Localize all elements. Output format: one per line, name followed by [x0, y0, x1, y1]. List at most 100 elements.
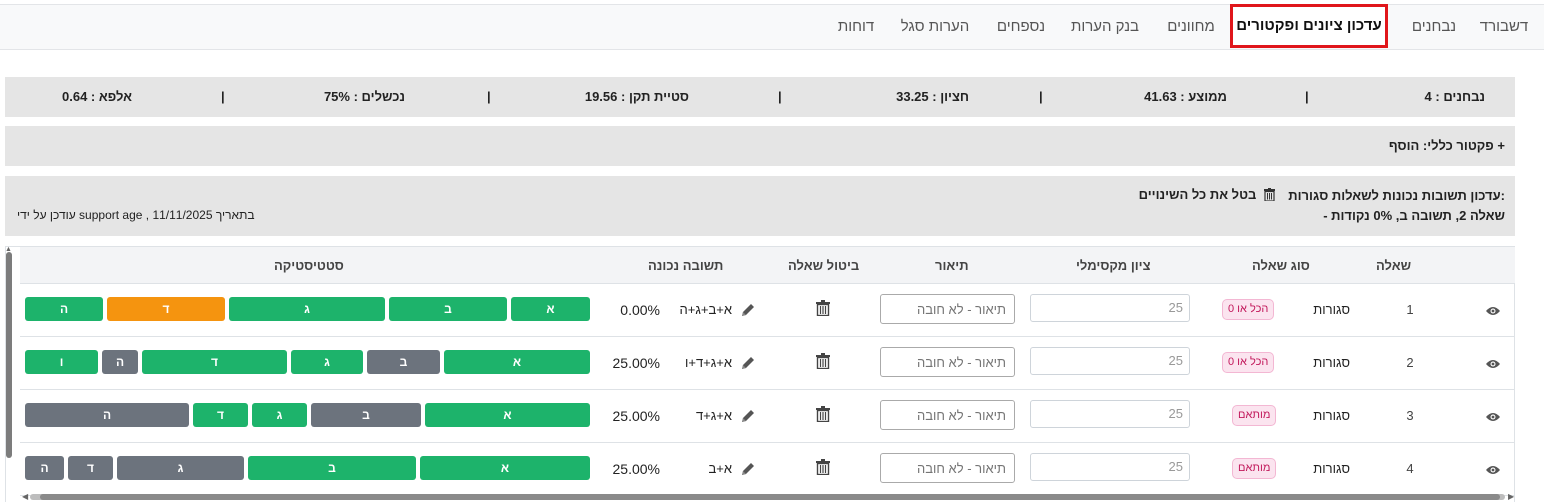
question-type: סגורות: [1313, 408, 1350, 423]
table-row: 2 סגורות הכל או 0 25 א+ג+ד+ו 25.00% אבגדהו: [20, 337, 1515, 390]
vertical-scrollbar[interactable]: [6, 252, 12, 458]
trash-icon[interactable]: [816, 353, 830, 370]
cancel-all-changes-button[interactable]: בטל את כל השינויים: [1139, 187, 1275, 202]
question-number: 4: [1406, 461, 1414, 476]
horizontal-scrollbar-thumb[interactable]: [40, 494, 1500, 500]
statistics-segment: ב: [367, 350, 440, 374]
scoring-type-badge: הכל או 0: [1222, 299, 1275, 320]
description-input[interactable]: [880, 400, 1015, 430]
question-number: 2: [1406, 355, 1414, 370]
scroll-left-arrow[interactable]: ◀: [22, 492, 28, 501]
statistics-segment: ד: [142, 350, 287, 374]
scroll-right-arrow[interactable]: ▶: [1508, 492, 1514, 501]
question-type: סגורות: [1313, 355, 1350, 370]
answer-percent: 25.00%: [612, 408, 660, 424]
top-nav: דשבורד נבחנים עדכון ציונים ופקטורים מחוו…: [0, 4, 1544, 50]
tab-examinees[interactable]: נבחנים: [1406, 5, 1462, 49]
summary-failed: נכשלים : 75%: [323, 89, 405, 104]
summary-alpha: אלפא : 0.64: [62, 89, 132, 104]
pencil-icon[interactable]: [740, 408, 756, 424]
max-grade-input[interactable]: 25: [1030, 294, 1190, 322]
summary-bar: נבחנים : 4 | ממוצע : 41.63 | חציון : 33.…: [5, 77, 1515, 117]
table-row: 3 סגורות מותאם 25 א+ג+ד 25.00% אבגדה: [20, 390, 1515, 443]
pencil-icon[interactable]: [740, 355, 756, 371]
trash-icon: [1264, 188, 1275, 201]
header-statistics: סטטיסטיקה: [274, 258, 344, 273]
trash-icon[interactable]: [816, 300, 830, 317]
summary-std: סטיית תקן : 19.56: [584, 89, 689, 104]
statistics-segment: ד: [107, 297, 225, 321]
statistics-bar: אבגדהו: [25, 350, 590, 374]
description-input[interactable]: [880, 347, 1015, 377]
header-description: תיאור: [935, 258, 969, 273]
correct-answer: א+ג+ד+ו: [684, 355, 732, 370]
scoring-type-badge: מותאם: [1232, 458, 1277, 479]
summary-separator: |: [221, 89, 225, 104]
trash-icon[interactable]: [816, 459, 830, 476]
table-row: 1 סגורות הכל או 0 25 א+ב+ג+ה 0.00% אבגדה: [20, 284, 1515, 337]
update-title: עדכון תשובות נכונות לשאלות סגורות:: [1288, 188, 1505, 203]
eye-icon[interactable]: [1486, 357, 1500, 369]
tab-update-grades[interactable]: עדכון ציונים ופקטורים: [1230, 4, 1388, 48]
statistics-segment: ה: [25, 297, 103, 321]
general-factor-bar: פקטור כללי: הוסף +: [5, 126, 1515, 166]
questions-table: שאלה סוג שאלה ציון מקסימלי תיאור ביטול ש…: [5, 246, 1515, 502]
correct-answers-update-bar: עדכון תשובות נכונות לשאלות סגורות: בטל א…: [5, 176, 1515, 236]
statistics-segment: ג: [229, 297, 385, 321]
statistics-segment: א: [511, 297, 590, 321]
statistics-segment: ו: [25, 350, 98, 374]
summary-median: חציון : 33.25: [896, 89, 969, 104]
max-grade-input[interactable]: 25: [1030, 400, 1190, 428]
eye-icon[interactable]: [1486, 304, 1500, 316]
answer-percent: 25.00%: [612, 355, 660, 371]
statistics-segment: ב: [248, 456, 416, 480]
statistics-segment: ה: [25, 456, 64, 480]
question-type: סגורות: [1313, 302, 1350, 317]
pencil-icon[interactable]: [740, 461, 756, 477]
max-grade-input[interactable]: 25: [1030, 347, 1190, 375]
statistics-bar: אבגדה: [25, 297, 590, 321]
scoring-type-badge: הכל או 0: [1222, 352, 1275, 373]
pencil-icon[interactable]: [740, 302, 756, 318]
tab-staff-notes[interactable]: הערות סגל: [898, 5, 972, 49]
scoring-type-badge: מותאם: [1232, 405, 1277, 426]
table-header: שאלה סוג שאלה ציון מקסימלי תיאור ביטול ש…: [20, 247, 1515, 284]
statistics-segment: ג: [117, 456, 244, 480]
statistics-segment: ב: [389, 297, 507, 321]
summary-separator: |: [1305, 89, 1309, 104]
answer-percent: 0.00%: [620, 302, 660, 318]
summary-average: ממוצע : 41.63: [1144, 89, 1227, 104]
update-detail: - שאלה 2, תשובה ב, 0% נקודות: [1323, 208, 1505, 223]
eye-icon[interactable]: [1486, 463, 1500, 475]
statistics-segment: ג: [291, 350, 363, 374]
statistics-segment: ג: [252, 403, 307, 427]
question-number: 1: [1406, 302, 1414, 317]
statistics-segment: ד: [68, 456, 113, 480]
max-grade-input[interactable]: 25: [1030, 453, 1190, 481]
description-input[interactable]: [880, 294, 1015, 324]
statistics-segment: ה: [102, 350, 138, 374]
tab-appendices[interactable]: נספחים: [994, 5, 1048, 49]
tab-comment-bank[interactable]: בנק הערות: [1068, 5, 1142, 49]
table-row: 4 סגורות מותאם 25 א+ב 25.00% אבגדה: [20, 443, 1515, 496]
tab-rubrics[interactable]: מחוונים: [1164, 5, 1218, 49]
statistics-segment: א: [420, 456, 590, 480]
tab-dashboard[interactable]: דשבורד: [1478, 5, 1530, 49]
add-general-factor-button[interactable]: פקטור כללי: הוסף +: [1389, 126, 1505, 166]
eye-icon[interactable]: [1486, 410, 1500, 422]
tab-reports[interactable]: דוחות: [834, 5, 878, 49]
statistics-segment: א: [444, 350, 590, 374]
summary-separator: |: [778, 89, 782, 104]
trash-icon[interactable]: [816, 406, 830, 423]
question-number: 3: [1406, 408, 1414, 423]
answer-percent: 25.00%: [612, 461, 660, 477]
statistics-segment: ה: [25, 403, 189, 427]
header-question-type: סוג שאלה: [1252, 258, 1310, 273]
correct-answer: א+ב+ג+ה: [679, 302, 732, 317]
statistics-segment: ב: [311, 403, 421, 427]
correct-answer: א+ג+ד: [695, 408, 732, 423]
summary-separator: |: [1039, 89, 1043, 104]
summary-separator: |: [487, 89, 491, 104]
description-input[interactable]: [880, 453, 1015, 483]
statistics-segment: א: [425, 403, 590, 427]
